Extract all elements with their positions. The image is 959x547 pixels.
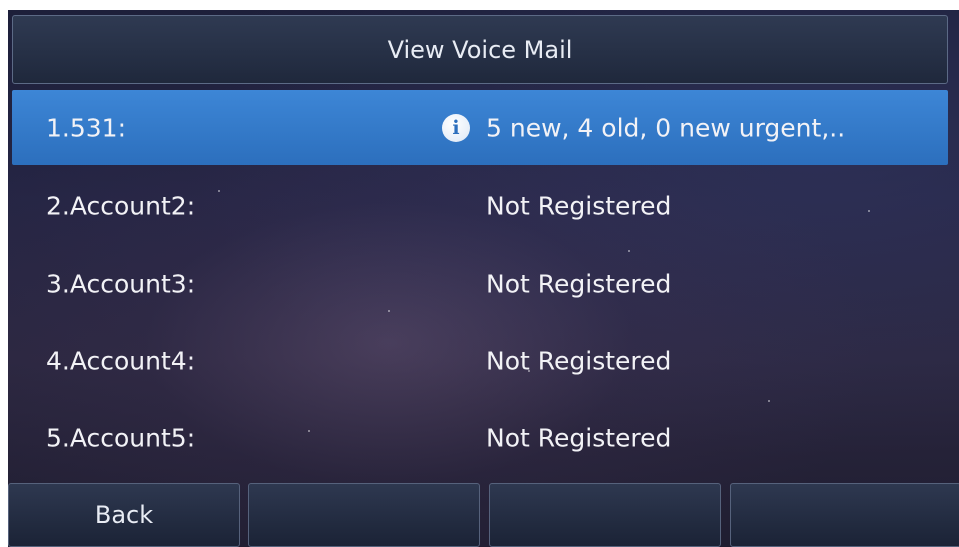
info-icon: i [442,113,470,142]
account-label: 1.531: [46,113,126,142]
page-title-bar: View Voice Mail [12,15,948,84]
account-row-4[interactable]: 4.Account4: Not Registered [12,323,948,398]
voicemail-status: Not Registered [486,346,672,375]
voicemail-status: Not Registered [486,423,672,452]
account-row-3[interactable]: 3.Account3: Not Registered [12,246,948,321]
voicemail-status: 5 new, 4 old, 0 new urgent,.. [486,113,846,142]
softkey-3[interactable] [489,483,721,547]
softkey-label: Back [94,501,154,529]
account-row-5[interactable]: 5.Account5: Not Registered [12,400,948,475]
voicemail-status: Not Registered [486,269,672,298]
softkey-bar: Back [8,483,959,547]
account-row-1[interactable]: 1.531: i 5 new, 4 old, 0 new urgent,.. [12,90,948,165]
account-row-2[interactable]: 2.Account2: Not Registered [12,168,948,243]
page-title: View Voice Mail [387,35,573,64]
account-label: 4.Account4: [46,346,196,375]
account-label: 2.Account2: [46,191,196,220]
softkey-4[interactable] [730,483,959,547]
phone-screen: View Voice Mail 1.531: i 5 new, 4 old, 0… [8,10,959,547]
softkey-2[interactable] [248,483,480,547]
account-label: 3.Account3: [46,269,196,298]
voicemail-status: Not Registered [486,191,672,220]
account-label: 5.Account5: [46,423,196,452]
back-softkey[interactable]: Back [8,483,240,547]
